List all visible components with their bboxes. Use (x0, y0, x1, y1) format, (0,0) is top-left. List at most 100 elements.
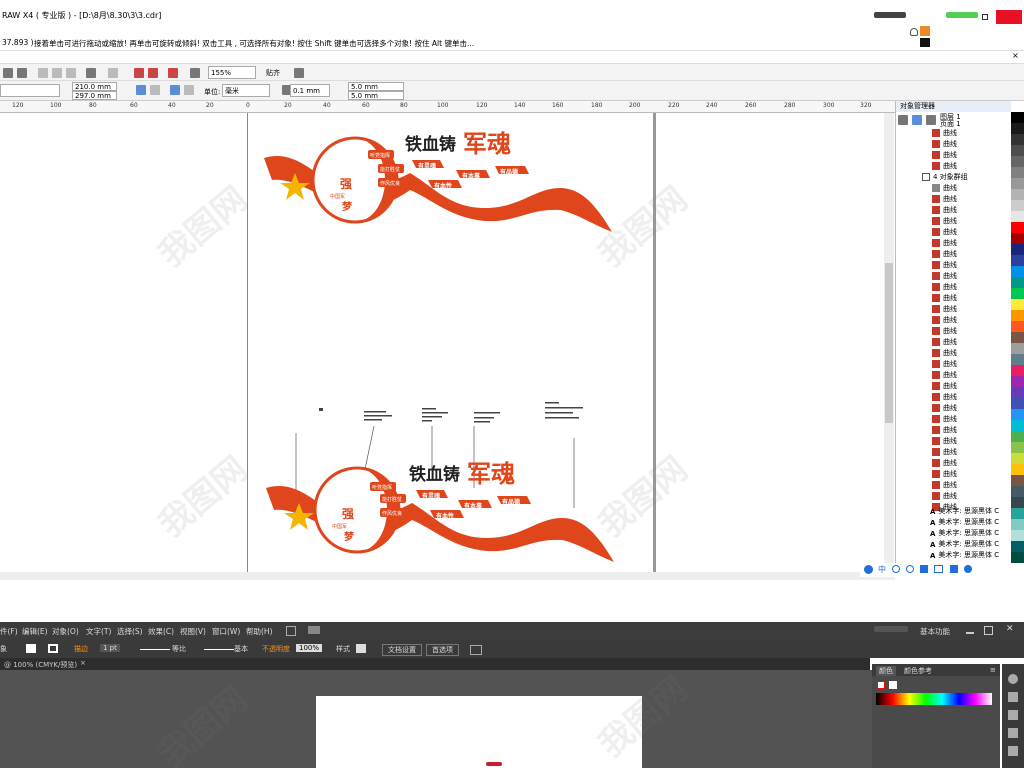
landscape-icon[interactable] (150, 85, 160, 95)
palette-swatch[interactable] (1011, 552, 1024, 563)
list-item[interactable]: 曲线 (932, 326, 957, 337)
tab-color[interactable]: 颜色 (876, 666, 896, 676)
palette-swatch[interactable] (1011, 200, 1024, 211)
palette-swatch[interactable] (1011, 354, 1024, 365)
menu-effect[interactable]: 效果(C) (148, 626, 174, 637)
save-icon[interactable] (3, 68, 13, 78)
document-setup-button[interactable]: 文档设置 (382, 644, 422, 656)
palette-swatch[interactable] (1011, 233, 1024, 244)
maximize-button[interactable] (982, 14, 988, 20)
stroke-weight-field[interactable]: 1 pt (100, 644, 120, 652)
palette-swatch[interactable] (1011, 486, 1024, 497)
palette-swatch[interactable] (1011, 530, 1024, 541)
list-item[interactable]: 曲线 (932, 480, 957, 491)
dock-brushes-icon[interactable] (1008, 710, 1018, 720)
horizontal-scrollbar[interactable] (0, 572, 895, 580)
list-item[interactable]: 曲线 (932, 348, 957, 359)
palette-swatch[interactable] (1011, 299, 1024, 310)
copy-icon[interactable] (52, 68, 62, 78)
app-launcher-icon[interactable] (190, 68, 200, 78)
opacity-label[interactable]: 不透明度 (262, 644, 290, 654)
style-swatch[interactable] (356, 644, 366, 653)
menu-select[interactable]: 选择(S) (117, 626, 143, 637)
restore-icon[interactable] (984, 626, 993, 635)
list-item[interactable]: 曲线 (932, 447, 957, 458)
palette-swatch[interactable] (1011, 288, 1024, 299)
palette-swatch[interactable] (1011, 112, 1024, 123)
palette-swatch[interactable] (1011, 189, 1024, 200)
opacity-field[interactable]: 100% (296, 644, 323, 652)
list-item[interactable]: 曲线 (932, 128, 957, 139)
color-spectrum[interactable] (876, 693, 992, 705)
list-item[interactable]: 曲线 (932, 216, 957, 227)
text-item[interactable]: A 美术字: 思源黑体 C (930, 517, 999, 528)
cut-icon[interactable] (38, 68, 48, 78)
menu-window[interactable]: 窗口(W) (212, 626, 240, 637)
edit-across-layers-icon[interactable] (912, 115, 922, 125)
brush-label[interactable]: 基本 (234, 644, 248, 654)
stroke-swatch[interactable] (48, 644, 58, 653)
nudge-field[interactable]: 0.1 mm (290, 84, 330, 97)
page-width-field[interactable]: 210.0 mm (72, 82, 117, 91)
list-item[interactable]: 曲线 (932, 293, 957, 304)
group-item[interactable]: 4 对象群组 (922, 172, 968, 183)
menu-edit[interactable]: 编辑(E) (22, 626, 48, 637)
list-item[interactable]: 曲线 (932, 161, 957, 172)
text-item[interactable]: A 美术字: 思源黑体 C (930, 550, 999, 561)
palette-swatch[interactable] (1011, 178, 1024, 189)
palette-swatch[interactable] (1011, 497, 1024, 508)
list-item[interactable]: 曲线 (932, 304, 957, 315)
design-artwork-top[interactable]: 铁血铸 军魂 强 中国军 梦 听党指挥 能打胜仗 作风优良 有灵魂 有本事 有品… (260, 128, 620, 236)
menu-help[interactable]: 帮助(H) (246, 626, 273, 637)
palette-swatch[interactable] (1011, 277, 1024, 288)
undo-icon[interactable] (86, 68, 96, 78)
redo-icon[interactable] (108, 68, 118, 78)
align-icon[interactable] (470, 645, 482, 655)
text-item[interactable]: A 美术字: 思源黑体 C (930, 539, 999, 550)
import-icon[interactable] (134, 68, 144, 78)
list-item[interactable]: 曲线 (932, 260, 957, 271)
palette-swatch[interactable] (1011, 387, 1024, 398)
ime-emoji-icon[interactable] (906, 565, 914, 573)
palette-swatch[interactable] (1011, 453, 1024, 464)
ime-keyboard-icon[interactable] (934, 565, 943, 573)
list-item[interactable]: 曲线 (932, 337, 957, 348)
ime-tools-icon[interactable] (920, 565, 928, 573)
menu-type[interactable]: 文字(T) (86, 626, 111, 637)
palette-swatch[interactable] (1011, 156, 1024, 167)
profile-label[interactable]: 等比 (172, 644, 186, 654)
dock-symbols-icon[interactable] (1008, 728, 1018, 738)
layer-manager-icon[interactable] (926, 115, 936, 125)
palette-swatch[interactable] (1011, 519, 1024, 530)
arrange-icon[interactable] (308, 626, 320, 634)
all-pages-icon[interactable] (170, 85, 180, 95)
dock-swatches-icon[interactable] (1008, 692, 1018, 702)
list-item[interactable]: 曲线 (932, 359, 957, 370)
palette-swatch[interactable] (1011, 508, 1024, 519)
zoom-field[interactable]: 155% (208, 66, 256, 79)
palette-swatch[interactable] (1011, 420, 1024, 431)
list-item[interactable]: 曲线 (932, 183, 957, 194)
list-item[interactable]: 曲线 (932, 249, 957, 260)
palette-swatch[interactable] (1011, 398, 1024, 409)
menu-view[interactable]: 视图(V) (180, 626, 206, 637)
palette-swatch[interactable] (1011, 442, 1024, 453)
close-button[interactable] (996, 10, 1022, 24)
ime-skin-icon[interactable] (950, 565, 958, 573)
palette-swatch[interactable] (1011, 123, 1024, 134)
list-item[interactable]: 曲线 (932, 370, 957, 381)
duplicate-y-field[interactable]: 5.0 mm (348, 91, 404, 100)
list-item[interactable]: 曲线 (932, 205, 957, 216)
ime-settings-icon[interactable] (964, 565, 972, 573)
panel-close-icon[interactable]: × (1012, 52, 1020, 60)
palette-swatch[interactable] (1011, 134, 1024, 145)
white-swatch[interactable] (889, 681, 897, 689)
fill-swatch[interactable] (26, 644, 36, 653)
restore-button[interactable] (946, 12, 978, 18)
stroke-label[interactable]: 描边 (74, 644, 88, 654)
minimize-icon[interactable] (966, 632, 974, 634)
publish-icon[interactable] (168, 68, 178, 78)
list-item[interactable]: 曲线 (932, 150, 957, 161)
export-icon[interactable] (148, 68, 158, 78)
list-item[interactable]: 曲线 (932, 469, 957, 480)
